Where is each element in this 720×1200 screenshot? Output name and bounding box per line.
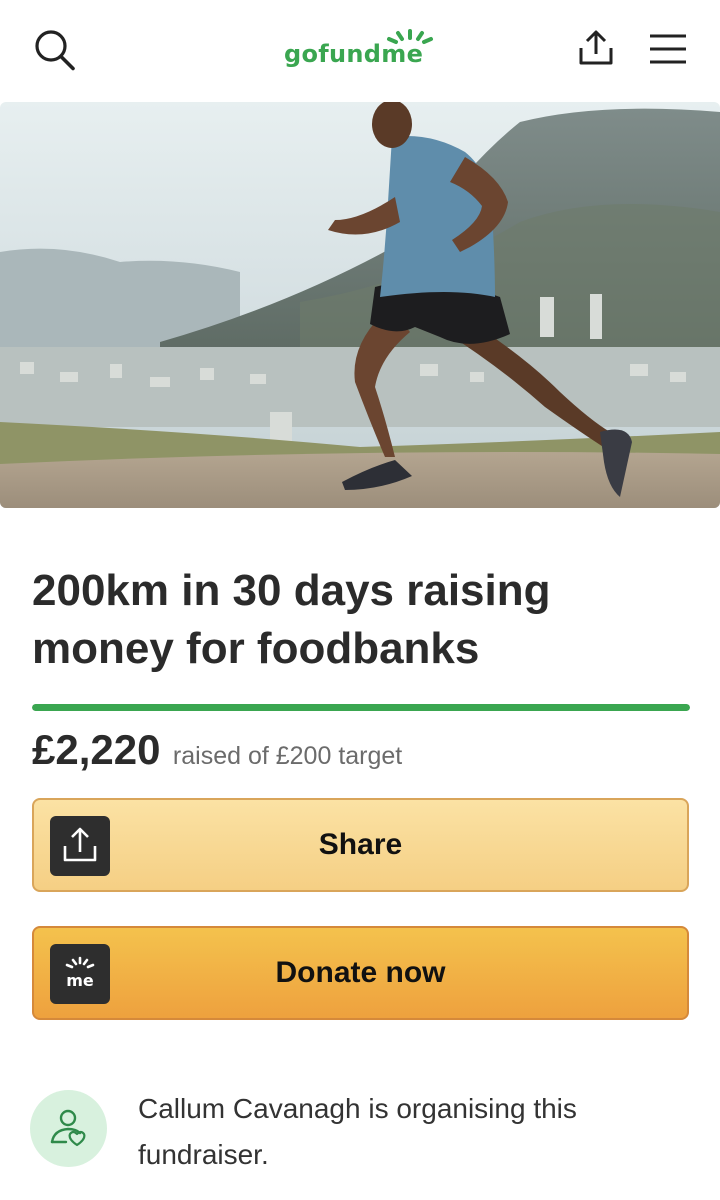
share-button-label: Share bbox=[318, 828, 403, 861]
raised-summary: £2,220 raised of £200 target bbox=[32, 726, 402, 774]
campaign-hero-image bbox=[0, 102, 720, 508]
menu-button[interactable] bbox=[646, 30, 690, 68]
raised-amount: £2,220 bbox=[32, 726, 161, 773]
raised-target-text: raised of £200 target bbox=[172, 742, 403, 770]
share-upload-icon bbox=[579, 30, 613, 65]
donate-button-label: Donate now bbox=[275, 956, 446, 989]
gofundme-me-icon: me bbox=[50, 944, 110, 1004]
organiser-text: Callum Cavanagh is organising this fundr… bbox=[138, 1093, 577, 1170]
search-button[interactable] bbox=[30, 26, 80, 74]
hamburger-menu-icon bbox=[650, 34, 686, 64]
top-nav: gofundme bbox=[0, 0, 720, 100]
share-upload-icon bbox=[50, 816, 110, 876]
header-share-button[interactable] bbox=[574, 26, 618, 70]
donate-now-button[interactable]: me Donate now bbox=[32, 926, 689, 1020]
search-icon bbox=[35, 30, 75, 71]
runner-photo bbox=[0, 102, 720, 508]
progress-bar-fill bbox=[32, 704, 690, 711]
logo-text: gofundme bbox=[284, 40, 424, 68]
organiser-avatar bbox=[30, 1090, 107, 1167]
share-button[interactable]: Share bbox=[32, 798, 689, 892]
gofundme-logo[interactable]: gofundme bbox=[284, 24, 440, 74]
svg-text:me: me bbox=[66, 971, 94, 990]
campaign-title: 200km in 30 days raising money for foodb… bbox=[32, 566, 551, 673]
progress-bar bbox=[32, 704, 690, 711]
person-heart-icon bbox=[50, 1109, 86, 1147]
